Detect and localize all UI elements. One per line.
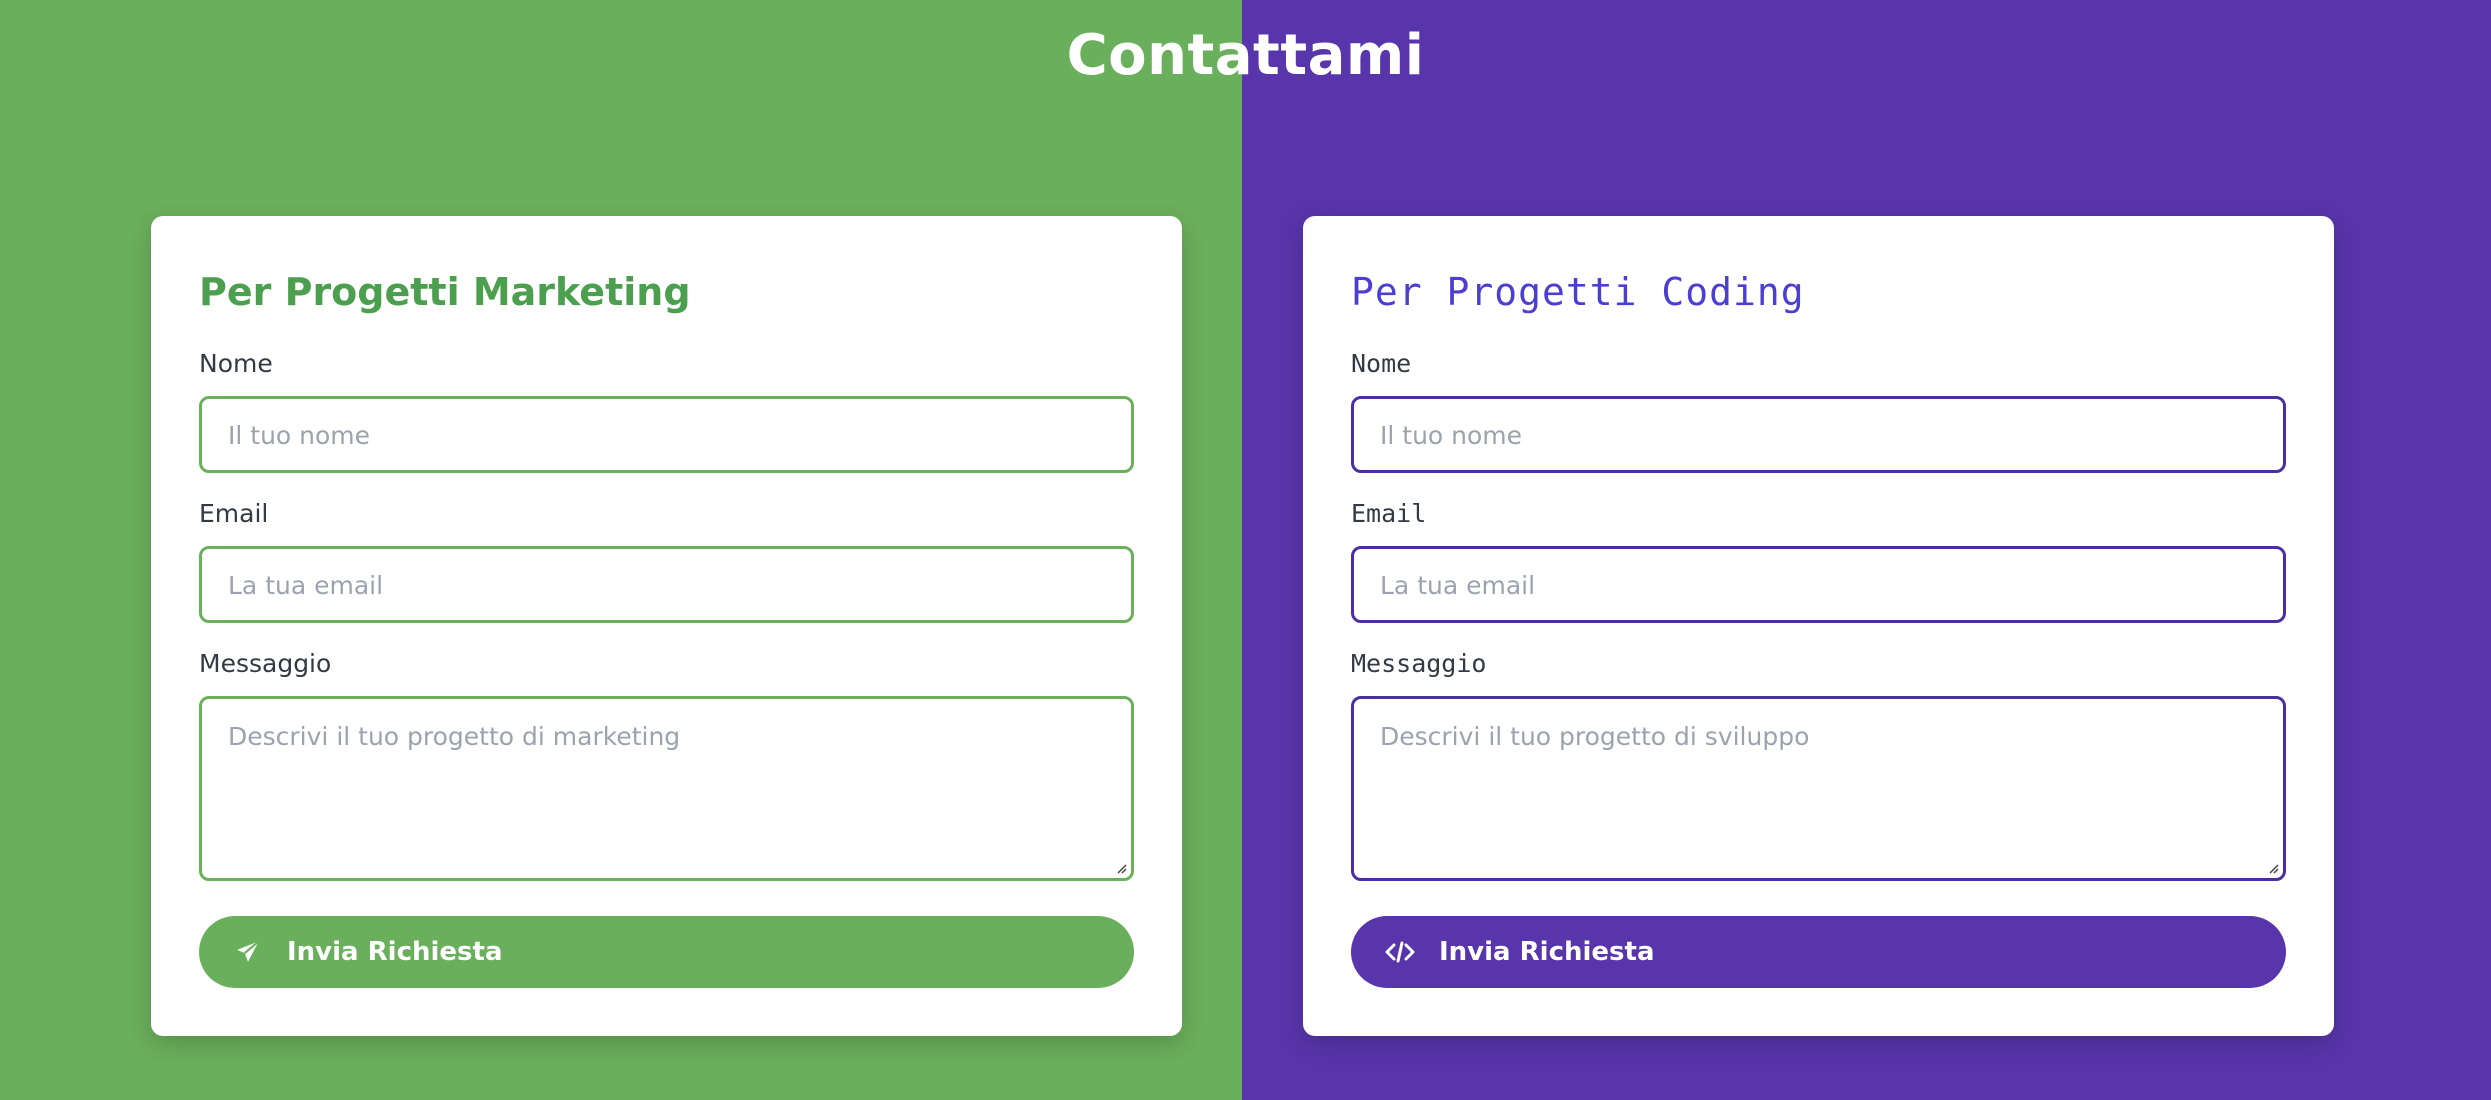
marketing-email-input[interactable]: La tua email — [199, 546, 1134, 623]
coding-email-label: Email — [1351, 499, 1427, 528]
coding-name-label: Nome — [1351, 349, 1412, 378]
marketing-email-label: Email — [199, 499, 269, 528]
marketing-form-card: Per Progetti Marketing Nome Il tuo nome … — [151, 216, 1182, 1036]
coding-form-title: Per Progetti Coding — [1351, 270, 1805, 314]
resize-handle-icon[interactable] — [2267, 862, 2279, 874]
page-title: Contattami — [1066, 23, 1425, 88]
marketing-form-title: Per Progetti Marketing — [199, 270, 691, 314]
coding-submit-label: Invia Richiesta — [1439, 937, 1655, 967]
marketing-submit-label: Invia Richiesta — [287, 937, 503, 967]
coding-email-input[interactable]: La tua email — [1351, 546, 2286, 623]
code-icon — [1385, 937, 1415, 967]
coding-message-placeholder: Descrivi il tuo progetto di sviluppo — [1380, 722, 1810, 751]
coding-message-label: Messaggio — [1351, 649, 1487, 678]
marketing-submit-button[interactable]: Invia Richiesta — [199, 916, 1134, 988]
coding-name-input[interactable]: Il tuo nome — [1351, 396, 2286, 473]
coding-email-placeholder: La tua email — [1380, 571, 1536, 600]
paper-plane-icon — [233, 937, 263, 967]
coding-form-card: Per Progetti Coding Nome Il tuo nome Ema… — [1303, 216, 2334, 1036]
marketing-name-label: Nome — [199, 349, 273, 378]
marketing-message-textarea[interactable]: Descrivi il tuo progetto di marketing — [199, 696, 1134, 881]
marketing-name-input[interactable]: Il tuo nome — [199, 396, 1134, 473]
coding-name-placeholder: Il tuo nome — [1380, 421, 1523, 450]
coding-submit-button[interactable]: Invia Richiesta — [1351, 916, 2286, 988]
resize-handle-icon[interactable] — [1115, 862, 1127, 874]
marketing-message-label: Messaggio — [199, 649, 332, 678]
coding-message-textarea[interactable]: Descrivi il tuo progetto di sviluppo — [1351, 696, 2286, 881]
marketing-email-placeholder: La tua email — [228, 571, 384, 600]
marketing-message-placeholder: Descrivi il tuo progetto di marketing — [228, 722, 681, 751]
marketing-name-placeholder: Il tuo nome — [228, 421, 371, 450]
